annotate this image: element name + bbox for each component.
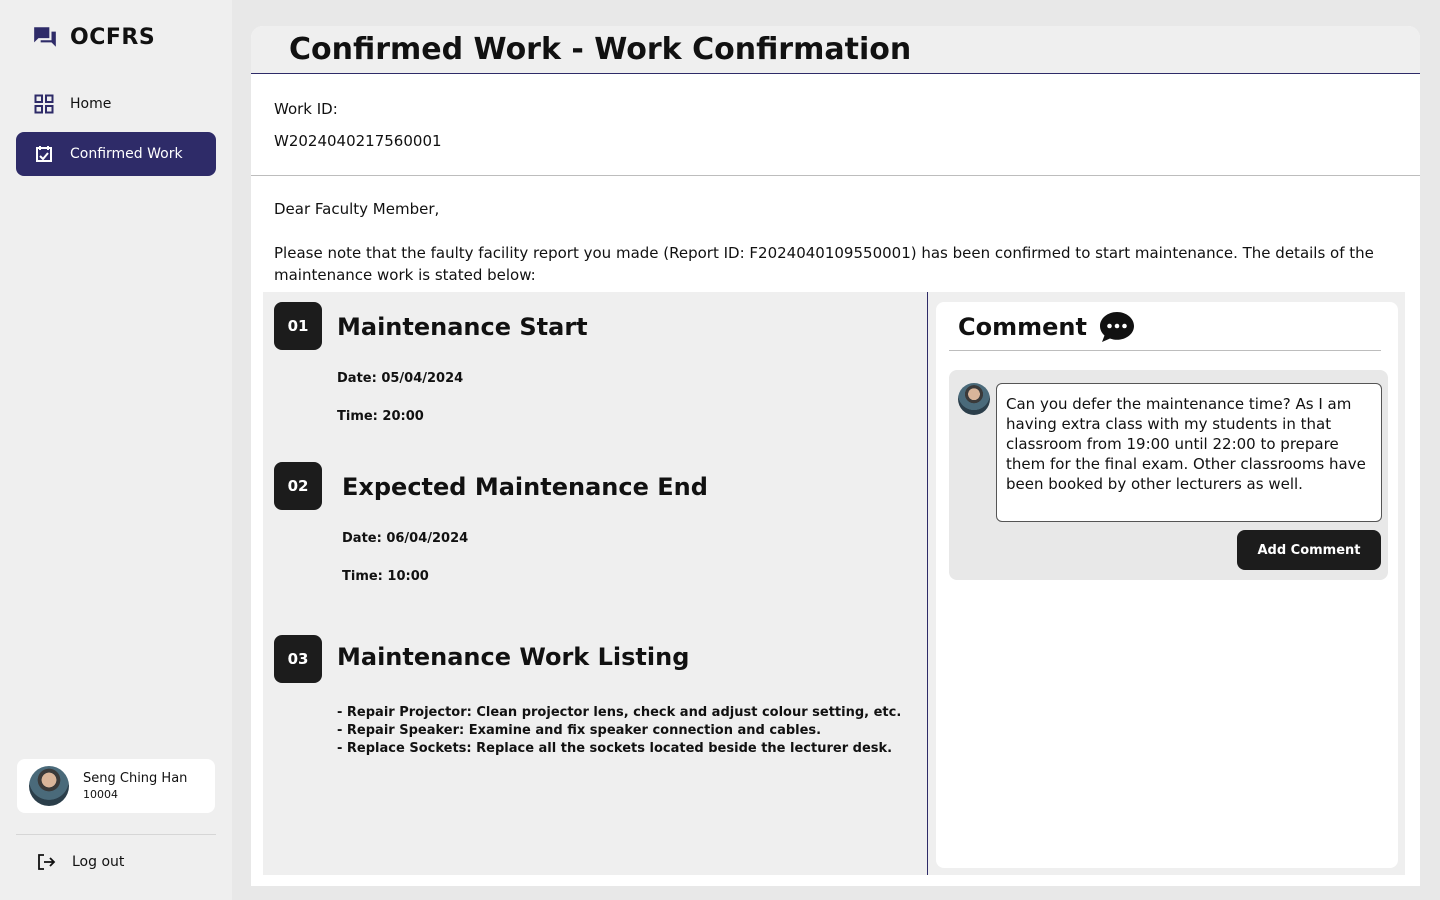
avatar (958, 383, 990, 415)
divider (949, 350, 1381, 351)
step-number: 03 (274, 635, 322, 683)
work-id-value: W2024040217560001 (274, 132, 442, 150)
comment-textarea[interactable]: Can you defer the maintenance time? As I… (996, 383, 1382, 522)
comment-row: Can you defer the maintenance time? As I… (958, 383, 1382, 522)
sidebar-item-confirmed-work[interactable]: Confirmed Work (16, 132, 216, 176)
confirmation-letter: Dear Faculty Member, Please note that th… (251, 176, 1420, 286)
add-comment-button[interactable]: Add Comment (1237, 530, 1381, 570)
speech-bubble-icon (1099, 312, 1134, 342)
app-name: OCFRS (70, 24, 156, 50)
page-header: Confirmed Work - Work Confirmation (251, 26, 1420, 74)
work-id-label: Work ID: (274, 100, 338, 118)
main-panel: Confirmed Work - Work Confirmation Work … (251, 26, 1420, 886)
logout-icon (38, 854, 56, 870)
greeting: Dear Faculty Member, (274, 200, 440, 218)
brand: OCFRS (32, 24, 155, 50)
step-number: 02 (274, 462, 322, 510)
step-time: Time: 20:00 (337, 409, 424, 424)
chat-bubbles-icon (34, 27, 56, 47)
page-title: Confirmed Work - Work Confirmation (289, 32, 912, 67)
logout-label: Log out (72, 854, 125, 870)
step-date: Date: 05/04/2024 (337, 371, 464, 386)
step-title: Maintenance Work Listing (337, 643, 690, 671)
confirmed-work-icon (34, 144, 54, 164)
sidebar-item-label: Home (70, 96, 112, 112)
letter-message: Please note that the faulty facility rep… (274, 244, 1374, 284)
sidebar: OCFRS Home Confirmed Work Seng Ching Han… (0, 0, 232, 900)
work-details: 01 Maintenance Start Date: 05/04/2024 Ti… (263, 292, 1405, 875)
step-title: Expected Maintenance End (342, 473, 708, 501)
user-id: 10004 (83, 788, 118, 801)
list-item: - Replace Sockets: Replace all the socke… (337, 741, 893, 756)
user-name: Seng Ching Han (83, 771, 188, 786)
comment-title: Comment (958, 313, 1087, 341)
user-card[interactable]: Seng Ching Han 10004 (17, 759, 215, 813)
maintenance-steps: 01 Maintenance Start Date: 05/04/2024 Ti… (263, 292, 928, 875)
work-id-section: Work ID: W2024040217560001 (251, 74, 1420, 176)
sidebar-item-home[interactable]: Home (16, 82, 216, 126)
step-date: Date: 06/04/2024 (342, 531, 469, 546)
grid-icon (34, 94, 54, 114)
step-number: 01 (274, 302, 322, 350)
comment-header: Comment (958, 310, 1135, 344)
divider (16, 834, 216, 835)
avatar (29, 766, 69, 806)
comment-panel: Comment Can you defer the maintenance ti… (936, 302, 1398, 868)
step-time: Time: 10:00 (342, 569, 429, 584)
comment-composer: Can you defer the maintenance time? As I… (949, 370, 1388, 580)
work-listing: - Repair Projector: Clean projector lens… (337, 704, 901, 758)
list-item: - Repair Projector: Clean projector lens… (337, 705, 902, 720)
logout-button[interactable]: Log out (36, 852, 124, 872)
sidebar-item-label: Confirmed Work (70, 146, 183, 162)
step-title: Maintenance Start (337, 313, 588, 341)
list-item: - Repair Speaker: Examine and fix speake… (337, 723, 822, 738)
